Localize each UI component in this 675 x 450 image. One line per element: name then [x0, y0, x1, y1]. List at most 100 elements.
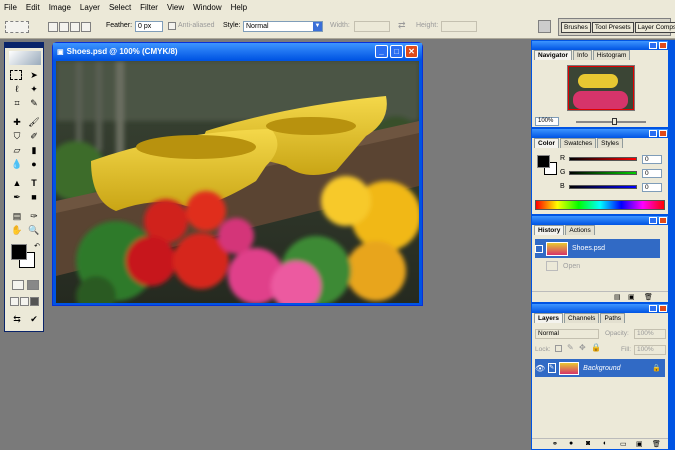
panel-minimize-button[interactable]	[649, 217, 657, 224]
menu-edit[interactable]: Edit	[26, 3, 40, 12]
photoshop-logo-icon[interactable]	[9, 51, 41, 65]
panel-close-button[interactable]	[659, 217, 667, 224]
zoom-slider[interactable]	[576, 121, 646, 123]
menu-filter[interactable]: Filter	[140, 3, 158, 12]
navigator-title-bar[interactable]	[532, 41, 668, 50]
brush-link-icon[interactable]: ✎	[548, 363, 557, 373]
notes-tool-icon[interactable]: ▤	[10, 210, 24, 222]
close-button[interactable]: ✕	[405, 45, 418, 58]
path-selection-tool-icon[interactable]: ▲	[10, 177, 24, 189]
brush-tool-icon[interactable]: 🖌	[27, 116, 41, 128]
full-screen-mode-icon[interactable]	[30, 297, 39, 306]
history-title-bar[interactable]	[532, 216, 668, 225]
marquee-preset-icon[interactable]	[5, 21, 29, 33]
tab-channels[interactable]: Channels	[563, 313, 600, 323]
history-snapshot-row[interactable]: Shoes.psd	[535, 239, 660, 258]
new-document-icon[interactable]: ▤	[614, 293, 621, 301]
clone-stamp-tool-icon[interactable]: ⛉	[10, 130, 24, 142]
menu-select[interactable]: Select	[109, 3, 131, 12]
minimize-button[interactable]: _	[375, 45, 388, 58]
tab-swatches[interactable]: Swatches	[559, 138, 597, 148]
lock-all-icon[interactable]: 🔒	[591, 343, 601, 352]
history-brush-tool-icon[interactable]: ✐	[27, 130, 41, 142]
file-browser-icon[interactable]	[538, 20, 551, 33]
tab-color[interactable]: Color	[534, 138, 559, 148]
history-state-row[interactable]: Open	[535, 258, 660, 274]
color-ramp[interactable]	[535, 200, 665, 210]
blend-mode-select[interactable]: Normal	[535, 329, 599, 339]
panel-minimize-button[interactable]	[649, 305, 657, 312]
lasso-tool-icon[interactable]: ℓ	[10, 83, 24, 95]
shape-tool-icon[interactable]: ■	[27, 191, 41, 203]
tool-presets-tab[interactable]: Tool Presets	[591, 21, 634, 33]
pen-tool-icon[interactable]: ✒	[10, 191, 24, 203]
style-select[interactable]: Normal ▼	[243, 21, 323, 32]
red-slider[interactable]	[569, 157, 637, 161]
standard-mode-icon[interactable]	[12, 280, 24, 290]
maximize-button[interactable]: □	[390, 45, 403, 58]
delete-layer-icon[interactable]: 🗑	[652, 440, 661, 448]
fill-input[interactable]: 100%	[634, 345, 666, 355]
panel-close-button[interactable]	[659, 42, 667, 49]
antialiased-checkbox[interactable]	[168, 22, 176, 30]
menu-view[interactable]: View	[167, 3, 184, 12]
tab-styles[interactable]: Styles	[597, 138, 623, 148]
document-title-bar[interactable]: ▣ Shoes.psd @ 100% (CMYK/8)	[53, 43, 422, 60]
new-layer-icon[interactable]: ▣	[636, 440, 643, 448]
blur-tool-icon[interactable]: 💧	[10, 158, 24, 170]
intersect-selection-icon[interactable]	[81, 22, 91, 32]
toolbox-title-bar[interactable]	[5, 43, 43, 48]
quick-mask-mode-icon[interactable]	[27, 280, 39, 290]
healing-brush-tool-icon[interactable]: ✚	[10, 116, 24, 128]
blue-value-input[interactable]: 0	[642, 183, 662, 192]
subtract-selection-icon[interactable]	[70, 22, 80, 32]
height-input[interactable]	[441, 21, 477, 32]
layer-comps-tab[interactable]: Layer Comps	[634, 21, 675, 33]
lock-transparency-icon[interactable]	[555, 345, 562, 352]
menu-image[interactable]: Image	[49, 3, 71, 12]
lock-image-icon[interactable]: ✎	[567, 343, 574, 352]
feather-input[interactable]: 0 px	[135, 21, 163, 32]
imageready-icon[interactable]: ⇆	[10, 313, 24, 325]
color-foreground-swatch[interactable]	[537, 155, 550, 168]
add-selection-icon[interactable]	[59, 22, 69, 32]
tab-info[interactable]: Info	[572, 50, 592, 60]
new-selection-icon[interactable]	[48, 22, 58, 32]
tab-paths[interactable]: Paths	[600, 313, 626, 323]
swap-colors-icon[interactable]: ↶	[32, 242, 42, 250]
history-brush-source-icon[interactable]	[535, 244, 543, 253]
menu-file[interactable]: File	[4, 3, 17, 12]
menu-window[interactable]: Window	[193, 3, 221, 12]
tab-layers[interactable]: Layers	[534, 313, 563, 323]
blue-slider[interactable]	[569, 185, 637, 189]
gradient-tool-icon[interactable]: ▮	[27, 144, 41, 156]
panel-minimize-button[interactable]	[649, 42, 657, 49]
new-snapshot-icon[interactable]: ▣	[628, 293, 635, 301]
lock-position-icon[interactable]: ✥	[579, 343, 586, 352]
move-tool-icon[interactable]: ➤	[27, 69, 41, 81]
jump-to-imageready-icon[interactable]: ✔	[27, 313, 41, 325]
trash-icon[interactable]: 🗑	[644, 293, 653, 301]
view-box[interactable]	[568, 66, 634, 110]
tab-navigator[interactable]: Navigator	[534, 50, 572, 60]
right-edge-scrollbar[interactable]	[669, 40, 675, 450]
panel-minimize-button[interactable]	[649, 130, 657, 137]
standard-screen-mode-icon[interactable]	[10, 297, 19, 306]
layer-style-icon[interactable]: ●	[569, 440, 573, 447]
new-group-icon[interactable]: ▭	[620, 440, 627, 448]
hand-tool-icon[interactable]: ✋	[10, 224, 24, 236]
type-tool-icon[interactable]: T	[27, 177, 41, 189]
zoom-input[interactable]: 100%	[535, 117, 559, 126]
color-title-bar[interactable]	[532, 129, 668, 138]
dodge-tool-icon[interactable]: ●	[27, 158, 41, 170]
tab-history[interactable]: History	[534, 225, 565, 235]
brushes-tab[interactable]: Brushes	[561, 21, 591, 33]
marquee-tool-icon[interactable]	[10, 70, 22, 80]
eye-icon[interactable]: 👁	[535, 364, 545, 373]
foreground-color-swatch[interactable]	[11, 244, 27, 260]
zoom-slider-thumb[interactable]	[612, 118, 617, 125]
panel-close-button[interactable]	[659, 305, 667, 312]
canvas-image[interactable]	[56, 61, 419, 303]
eyedropper-tool-icon[interactable]: ✑	[27, 210, 41, 222]
eraser-tool-icon[interactable]: ▱	[10, 144, 24, 156]
